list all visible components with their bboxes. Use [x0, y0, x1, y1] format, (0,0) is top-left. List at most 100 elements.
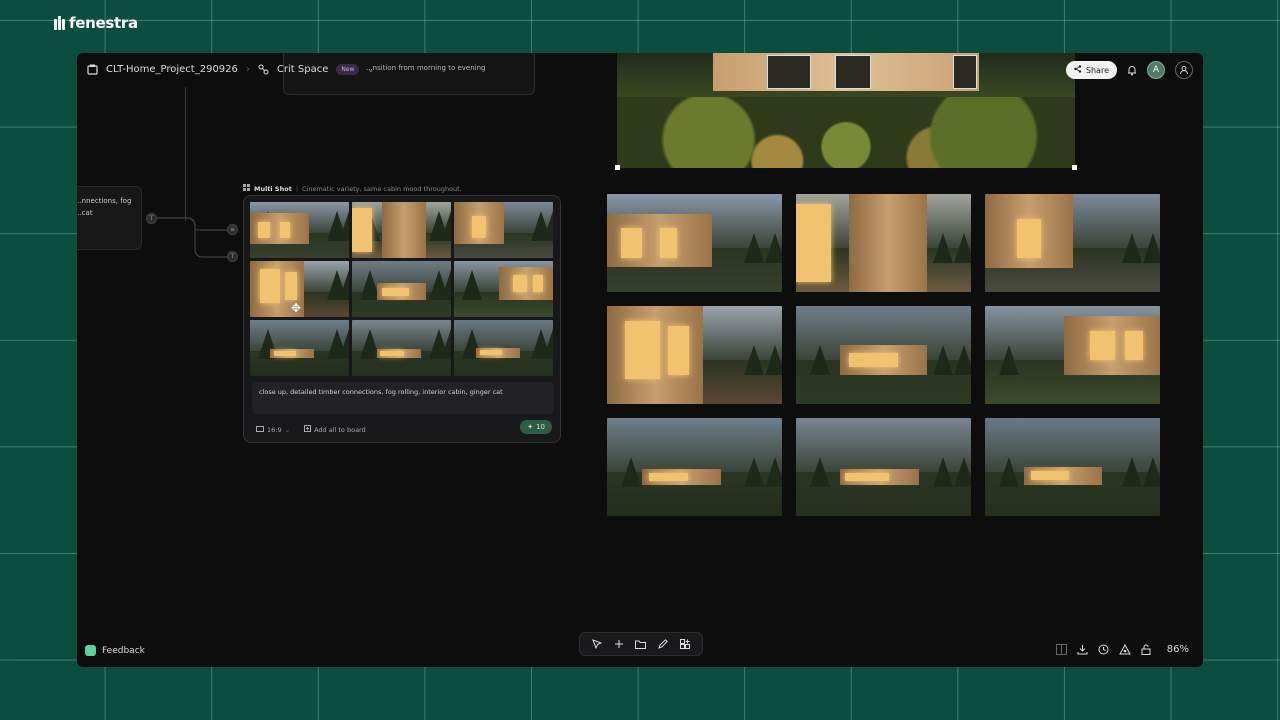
- add-all-button[interactable]: Add all to board: [304, 425, 366, 434]
- connector-line: [185, 87, 186, 221]
- multishot-title: Multi Shot: [254, 184, 292, 193]
- hero-ferns: [617, 96, 1075, 168]
- app-window: CLT-Home_Project_290926 › Crit Space New…: [77, 53, 1203, 667]
- image-window: [621, 228, 642, 258]
- folder-icon[interactable]: [635, 640, 647, 649]
- apps-icon[interactable]: [680, 639, 691, 649]
- image-window: [379, 351, 405, 356]
- feedback-label: Feedback: [102, 645, 145, 656]
- image-window: [381, 287, 410, 296]
- thumbnail-image[interactable]: [454, 261, 553, 317]
- avatar-initial: A: [1152, 65, 1160, 75]
- image-tree: [1121, 456, 1142, 487]
- left-node-line: ...cat: [77, 209, 93, 217]
- prompt-input[interactable]: close up, detailed timber connections, f…: [252, 382, 554, 414]
- image-tree: [1142, 456, 1160, 487]
- breadcrumb-separator: ›: [245, 64, 250, 75]
- share-button[interactable]: Share: [1065, 61, 1117, 79]
- image-tree: [743, 344, 764, 375]
- panel-icon[interactable]: [1055, 644, 1067, 655]
- result-image[interactable]: [985, 306, 1160, 404]
- result-image[interactable]: [607, 194, 782, 292]
- pointer-icon[interactable]: [592, 639, 602, 649]
- pen-icon[interactable]: [658, 639, 669, 649]
- project-name[interactable]: CLT-Home_Project_290926: [106, 64, 238, 75]
- ratio-icon: [256, 425, 264, 434]
- thumbnail-image[interactable]: [352, 202, 451, 258]
- user-icon[interactable]: [1175, 61, 1193, 79]
- aspect-ratio-select[interactable]: 16:9 ⌄: [256, 425, 290, 434]
- image-window: [1030, 470, 1069, 480]
- add-all-label: Add all to board: [314, 425, 366, 434]
- result-image[interactable]: [985, 418, 1160, 516]
- result-image[interactable]: [796, 306, 971, 404]
- thumbnail-image[interactable]: [250, 320, 349, 376]
- resize-handle[interactable]: [615, 165, 620, 170]
- image-cabin: [848, 194, 928, 292]
- hero-window: [767, 55, 811, 89]
- feedback-button[interactable]: Feedback: [85, 645, 145, 656]
- thumbnail-image[interactable]: [352, 261, 451, 317]
- port-text-input[interactable]: T: [146, 213, 157, 224]
- image-tree: [953, 344, 971, 375]
- result-image[interactable]: [607, 418, 782, 516]
- chevron-down-icon[interactable]: ⌄: [367, 65, 374, 74]
- image-window: [257, 221, 270, 239]
- image-tree: [953, 456, 971, 487]
- prompt-node-left[interactable]: ...nnections, fog ...cat: [77, 186, 142, 250]
- multishot-card[interactable]: close up, detailed timber connections, f…: [243, 195, 561, 443]
- image-window: [845, 472, 889, 481]
- download-icon[interactable]: [1077, 644, 1088, 655]
- resize-handle[interactable]: [1072, 165, 1077, 170]
- thumbnail-image[interactable]: [352, 320, 451, 376]
- brand-name: fenestra: [69, 14, 138, 32]
- thumbnail-image[interactable]: [250, 202, 349, 258]
- port-text-input-2[interactable]: T: [227, 251, 238, 262]
- image-tree: [764, 232, 782, 263]
- image-window: [1090, 330, 1115, 360]
- result-image[interactable]: [985, 194, 1160, 292]
- image-tree: [339, 270, 349, 301]
- space-name[interactable]: Crit Space: [277, 64, 328, 75]
- thumbnail-image[interactable]: [454, 320, 553, 376]
- result-image[interactable]: [607, 306, 782, 404]
- divider: |: [295, 184, 299, 193]
- result-image[interactable]: [796, 418, 971, 516]
- port-image-input[interactable]: ≡: [227, 224, 238, 235]
- image-tree: [441, 270, 451, 301]
- avatar[interactable]: A: [1147, 61, 1165, 79]
- lock-icon[interactable]: [1141, 644, 1151, 655]
- hero-image[interactable]: [617, 53, 1075, 168]
- image-tree: [932, 456, 953, 487]
- image-tree: [1142, 232, 1160, 263]
- image-tree: [999, 456, 1019, 487]
- results-grid: [607, 194, 1160, 516]
- thumbnail-image[interactable]: [454, 202, 553, 258]
- multishot-header: Multi Shot | Cinematic variety, same cab…: [243, 184, 462, 193]
- fenestra-logo-icon: [54, 16, 65, 30]
- image-tree: [932, 232, 953, 263]
- image-window: [352, 207, 372, 253]
- ratio-label: 16:9: [267, 425, 282, 434]
- image-tree: [441, 329, 451, 360]
- bell-icon[interactable]: [1127, 65, 1137, 76]
- plus-icon[interactable]: [614, 639, 624, 649]
- history-icon[interactable]: [1098, 644, 1109, 655]
- image-window: [513, 275, 528, 292]
- zoom-level[interactable]: 86%: [1167, 644, 1189, 655]
- image-window: [848, 353, 898, 367]
- image-window: [796, 203, 831, 283]
- image-window: [479, 350, 502, 356]
- image-window: [1016, 218, 1041, 258]
- result-image[interactable]: [796, 194, 971, 292]
- image-window: [259, 269, 280, 303]
- ai-icon[interactable]: [1118, 644, 1131, 655]
- image-tree: [999, 344, 1019, 375]
- brand-logo: fenestra: [54, 14, 138, 32]
- image-tree: [441, 211, 451, 242]
- sparkle-icon: ✦: [527, 423, 534, 431]
- generate-button[interactable]: ✦ 10: [520, 420, 552, 434]
- image-tree: [543, 211, 553, 242]
- image-window: [471, 216, 486, 239]
- image-window: [279, 221, 290, 239]
